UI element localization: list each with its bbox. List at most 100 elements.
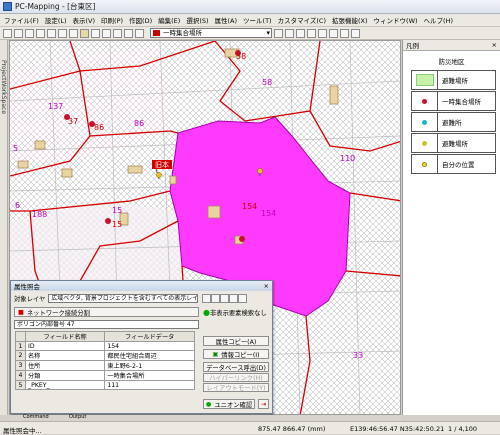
project-workspace-label: ProjectWorkSpace [0, 60, 7, 115]
title-bar: PC-Mapping - [台東区] [0, 0, 500, 14]
menu-help[interactable]: ヘルプ(H) [424, 15, 453, 25]
toolbar: 一時集合場所 [0, 27, 500, 40]
query-tool-3-icon[interactable] [220, 294, 230, 303]
select-tool-icon[interactable] [80, 28, 89, 38]
app-icon [3, 2, 12, 11]
table-row: 4 分類 一時集合場所 [15, 370, 195, 381]
menu-tools[interactable]: ツール(T) [243, 15, 272, 25]
database-call-button[interactable]: データベース呼出(D) [203, 362, 269, 372]
attribute-table: フィールド名称 フィールドデータ 1 ID 154 2 名称 都民住宅組合周辺 3 住所 東上… [15, 331, 195, 390]
attribute-copy-button[interactable]: 属性コピー(A) [203, 336, 269, 346]
legend-item-gathering: 一時集合場所 [411, 91, 496, 111]
layer-select[interactable]: 一時集合場所 [150, 28, 272, 38]
window-title: PC-Mapping - [台東区] [15, 2, 96, 11]
svg-text:86: 86 [94, 123, 104, 132]
tab-command[interactable]: Command [23, 414, 49, 420]
query-tool-4-icon[interactable] [229, 294, 239, 303]
layer-tool-6-icon[interactable] [329, 28, 338, 38]
svg-text:15: 15 [112, 206, 122, 215]
query-tool-1-icon[interactable] [202, 294, 212, 303]
menu-bar: ファイル(F) 設定(L) 表示(V) 印刷(P) 作図(D) 編集(E) 選択… [0, 14, 500, 27]
table-row: 5 _PKEY_ 111 [15, 380, 195, 390]
open-icon[interactable] [14, 28, 23, 38]
zoom-in-icon[interactable] [102, 28, 111, 38]
svg-text:137: 137 [48, 102, 63, 111]
save-icon[interactable] [25, 28, 34, 38]
svg-text:5: 5 [13, 144, 18, 153]
layer-tool-8-icon[interactable] [351, 28, 360, 38]
cut-icon[interactable] [47, 28, 56, 38]
refresh-icon[interactable] [124, 28, 133, 38]
table-row: 2 名称 都民住宅組合周辺 [15, 350, 195, 361]
table-row: 3 住所 東上野6-2-1 [15, 360, 195, 371]
menu-attribute[interactable]: 属性(A) [215, 15, 238, 25]
network-split-button[interactable]: ■ ネットワーク接続分割 [14, 307, 199, 317]
my-location-icon [156, 172, 162, 178]
project-workspace-tab[interactable]: ProjectWorkSpace [0, 40, 8, 415]
new-icon[interactable] [3, 28, 12, 38]
menu-customize[interactable]: カスタマイズ(C) [278, 15, 326, 25]
layout-mode-button[interactable]: レイアウトモード(Y) [203, 383, 269, 392]
legend-panel: 凡例 × 防災地区 避難場所 一時集合場所 避難所 避難場所 自分の位置 [402, 40, 500, 415]
svg-text:154: 154 [261, 209, 276, 218]
menu-view[interactable]: 表示(V) [73, 15, 96, 25]
menu-settings[interactable]: 設定(L) [45, 15, 67, 25]
zoom-out-icon[interactable] [113, 28, 122, 38]
legend-item-shelter: 避難所 [411, 112, 496, 132]
pan-tool-icon[interactable] [91, 28, 100, 38]
svg-text:6: 6 [15, 201, 20, 210]
menu-edit[interactable]: 編集(E) [158, 15, 180, 25]
close-icon[interactable]: × [264, 282, 269, 290]
nonshow-label: 非表示要素検索なし [209, 310, 267, 317]
close-icon[interactable]: × [492, 41, 497, 49]
svg-text:33: 33 [353, 351, 363, 360]
dialog-title: 属性照会 [14, 283, 40, 291]
table-row: 1 ID 154 [15, 341, 195, 351]
svg-text:86: 86 [134, 119, 144, 128]
layer-tool-2-icon[interactable] [285, 28, 294, 38]
query-tool-2-icon[interactable] [211, 294, 221, 303]
svg-text:37: 37 [68, 117, 78, 126]
location-label: 旧本 [155, 160, 169, 169]
query-tool-5-icon[interactable] [238, 294, 248, 303]
menu-select[interactable]: 選択(S) [186, 15, 208, 25]
union-check-button[interactable]: ● ユニオン確認 [203, 399, 255, 409]
layer-tool-7-icon[interactable] [340, 28, 349, 38]
status-bar: 属性照会中... 875.47 866.47 (mm) E139:46:56.4… [0, 421, 500, 435]
layer-tool-5-icon[interactable] [318, 28, 327, 38]
svg-text:15: 15 [112, 220, 122, 229]
layer-tool-1-icon[interactable] [274, 28, 283, 38]
menu-extensions[interactable]: 拡張機能(X) [332, 15, 368, 25]
svg-text:154: 154 [242, 202, 257, 211]
menu-file[interactable]: ファイル(F) [4, 15, 39, 25]
paste-icon[interactable] [69, 28, 78, 38]
target-layer-select[interactable]: 広域ベクタ, 背景プロジェクトを含むすべての表示レイヤ [48, 294, 199, 303]
status-coords: 875.47 866.47 (mm) [258, 425, 326, 433]
menu-window[interactable]: ウィンドウ(W) [374, 15, 418, 25]
layer-icon[interactable] [135, 28, 144, 38]
polygon-select[interactable]: ポリゴン内部番号 47 [14, 320, 199, 329]
svg-text:188: 188 [32, 210, 47, 219]
copy-icon[interactable] [58, 28, 67, 38]
legend-item-my-location: 自分の位置 [411, 154, 496, 174]
status-scale: 1 / 4,100 [448, 425, 478, 433]
svg-text:58: 58 [262, 78, 272, 87]
target-label: 対象レイヤ [14, 296, 46, 303]
layer-tool-4-icon[interactable] [307, 28, 316, 38]
menu-draw[interactable]: 作図(D) [129, 15, 152, 25]
hyperlink-button[interactable]: ハイパーリンク(H) [203, 373, 269, 382]
tab-output[interactable]: Output [69, 414, 86, 420]
attribute-query-dialog: 属性照会 × 対象レイヤ 広域ベクタ, 背景プロジェクトを含むすべての表示レイヤ … [10, 280, 273, 414]
legend-item-evac-place: 避難場所 [411, 133, 496, 153]
svg-text:110: 110 [340, 154, 355, 163]
svg-text:58: 58 [236, 52, 246, 61]
info-copy-button[interactable]: ▣ 情報コピー(I) [203, 349, 269, 359]
legend-item-evac-area: 避難場所 [411, 70, 496, 90]
marker-icon [257, 168, 263, 174]
print-icon[interactable] [36, 28, 45, 38]
menu-print[interactable]: 印刷(P) [101, 15, 123, 25]
legend-title: 防災地区 [438, 58, 465, 66]
close-dialog-icon[interactable]: ⇥ [258, 399, 269, 409]
layer-tool-3-icon[interactable] [296, 28, 305, 38]
point-154 [239, 236, 245, 242]
